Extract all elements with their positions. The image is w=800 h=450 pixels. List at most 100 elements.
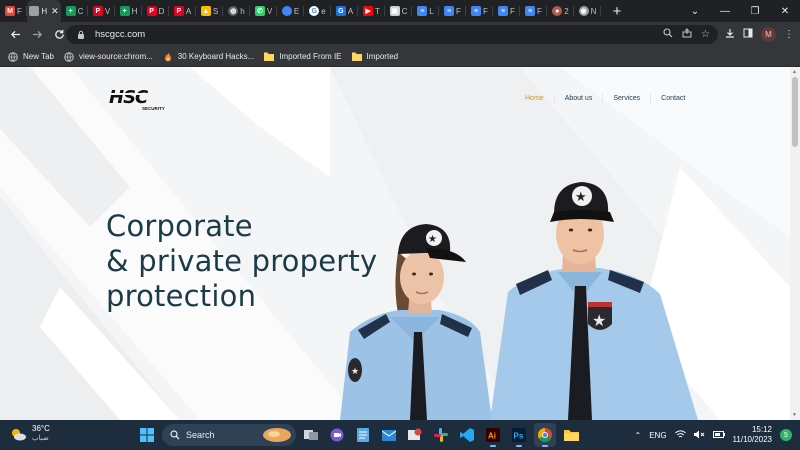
tab-title: F — [483, 6, 488, 16]
bookmark-star-icon[interactable]: ☆ — [701, 29, 710, 40]
sheets-icon: + — [119, 6, 130, 16]
hsc-logo[interactable]: HSC SECURITY — [108, 86, 172, 112]
snipping-tool-app[interactable] — [404, 423, 426, 447]
whatsapp-icon: ✆ — [254, 6, 265, 16]
browser-tab[interactable]: H ✕ — [27, 0, 61, 22]
url-text[interactable]: hscgcc.com — [95, 29, 145, 40]
tab-title: e — [321, 6, 326, 16]
browser-tab[interactable]: ● 2 — [547, 0, 574, 22]
taskbar-apps: Search Ai Ps — [136, 423, 582, 447]
globe-icon: ◍ — [228, 6, 239, 16]
tab-title: A — [185, 6, 192, 16]
docs-icon: ≡ — [498, 6, 509, 16]
browser-tab[interactable]: ▶ T — [358, 0, 385, 22]
nav-link-contact[interactable]: Contact — [651, 94, 695, 103]
side-panel-icon[interactable] — [743, 28, 753, 41]
close-tab-icon[interactable]: ✕ — [51, 6, 59, 17]
close-window-icon[interactable]: ✕ — [770, 0, 800, 22]
nav-link-home[interactable]: Home — [515, 94, 555, 103]
download-icon[interactable] — [725, 28, 735, 41]
new-tab-button[interactable]: + — [607, 0, 627, 22]
profile-avatar[interactable]: M — [761, 27, 776, 42]
task-view-button[interactable] — [300, 423, 322, 447]
mail-app[interactable] — [378, 423, 400, 447]
browser-tab[interactable]: + H — [115, 0, 142, 22]
browser-tab[interactable]: ≡ F — [439, 0, 466, 22]
tab-title: V — [104, 6, 111, 16]
scroll-up-icon[interactable]: ▲ — [792, 69, 797, 75]
nav-link-services[interactable]: Services — [603, 94, 652, 103]
image-icon: ▣ — [389, 6, 400, 16]
clock[interactable]: 15:12 11/10/2023 — [733, 425, 772, 445]
volume-muted-icon[interactable] — [693, 430, 705, 441]
menu-kebab-icon[interactable]: ⋮ — [784, 29, 794, 40]
weather-temperature: 36°C — [32, 424, 50, 433]
browser-tab[interactable]: ▣ C — [385, 0, 412, 22]
weather-widget[interactable]: 36°C ضباب — [10, 424, 50, 444]
browser-tab[interactable]: PV — [88, 0, 115, 22]
photoshop-app[interactable]: Ps — [508, 423, 530, 447]
tab-title: F — [456, 6, 461, 16]
language-indicator[interactable]: ENG — [649, 431, 666, 440]
address-bar[interactable]: hscgcc.com ☆ — [66, 25, 718, 44]
browser-tab[interactable]: PD — [142, 0, 169, 22]
browser-tab[interactable]: ✆ V — [250, 0, 277, 22]
wifi-icon[interactable] — [674, 429, 686, 441]
chrome-app[interactable] — [534, 423, 556, 447]
browser-tab[interactable]: MF — [0, 0, 27, 22]
tab-title: T — [375, 6, 380, 16]
scrollbar-thumb[interactable] — [792, 77, 798, 147]
restore-icon[interactable]: ❐ — [740, 0, 770, 22]
bookmark-item[interactable]: view-source:chrom... — [64, 51, 153, 62]
page-scrollbar[interactable]: ▲ ▼ — [790, 67, 800, 420]
browser-tab[interactable]: ◍ h — [223, 0, 250, 22]
taskbar-search[interactable]: Search — [162, 424, 296, 446]
tab-title: A — [347, 6, 354, 16]
back-button[interactable] — [4, 24, 26, 46]
browser-tab[interactable]: GA — [331, 0, 358, 22]
share-icon[interactable] — [682, 28, 692, 41]
forward-button[interactable] — [26, 24, 48, 46]
browser-tab[interactable]: E — [277, 0, 304, 22]
pinterest-icon: P — [146, 6, 157, 16]
tab-title: E — [293, 6, 300, 16]
tab-search-icon[interactable]: ⌄ — [680, 0, 710, 22]
browser-tab[interactable]: Ge — [304, 0, 331, 22]
bookmark-item[interactable]: New Tab — [8, 51, 54, 62]
svg-text:★: ★ — [592, 313, 606, 330]
nav-link-about-us[interactable]: About us — [555, 94, 604, 103]
illustrator-app[interactable]: Ai — [482, 423, 504, 447]
browser-tab[interactable]: + C — [61, 0, 88, 22]
meet-app[interactable] — [326, 423, 348, 447]
forward-arrow-icon — [32, 30, 42, 39]
illustrator-icon: Ai — [486, 428, 500, 442]
minimize-icon[interactable]: — — [710, 0, 740, 22]
notepad-icon — [357, 428, 369, 442]
browser-tab[interactable]: PA — [169, 0, 196, 22]
lock-icon[interactable] — [75, 30, 87, 40]
browser-tab[interactable]: ≡ L — [412, 0, 439, 22]
tab-title: F — [537, 6, 542, 16]
start-button[interactable] — [136, 423, 158, 447]
bookmark-item[interactable]: Imported From IE — [264, 52, 342, 62]
svg-text:★: ★ — [428, 234, 437, 245]
scroll-down-icon[interactable]: ▼ — [792, 412, 797, 418]
notification-badge[interactable]: 5 — [780, 429, 792, 441]
browser-tab[interactable]: ≡ F — [493, 0, 520, 22]
back-arrow-icon — [10, 30, 20, 39]
slack-app[interactable] — [430, 423, 452, 447]
tray-chevron-icon[interactable]: ⌃ — [635, 431, 642, 440]
browser-tab[interactable]: ≡ F — [466, 0, 493, 22]
vscode-app[interactable] — [456, 423, 478, 447]
bookmark-item[interactable]: Imported — [351, 52, 398, 62]
notepad-app[interactable] — [352, 423, 374, 447]
tab-list: M F H ✕ + C P V + H P D P A ▲ S ◍ h ✆ V E Ge G A ▶ T ▣ C ≡ L ≡ F ≡ F ≡ F ≡ F ●… — [0, 0, 601, 22]
bookmark-item[interactable]: 30 Keyboard Hacks... — [163, 52, 254, 62]
browser-tab[interactable]: ≡ F — [520, 0, 547, 22]
file-explorer-app[interactable] — [560, 423, 582, 447]
browser-tab[interactable]: ▲ S — [196, 0, 223, 22]
zoom-icon[interactable] — [663, 28, 673, 41]
windows-taskbar: 36°C ضباب Search Ai Ps ⌃ ENG 15:12 11/10… — [0, 420, 800, 450]
battery-icon[interactable] — [712, 430, 725, 441]
browser-tab[interactable]: ◉ N — [574, 0, 601, 22]
